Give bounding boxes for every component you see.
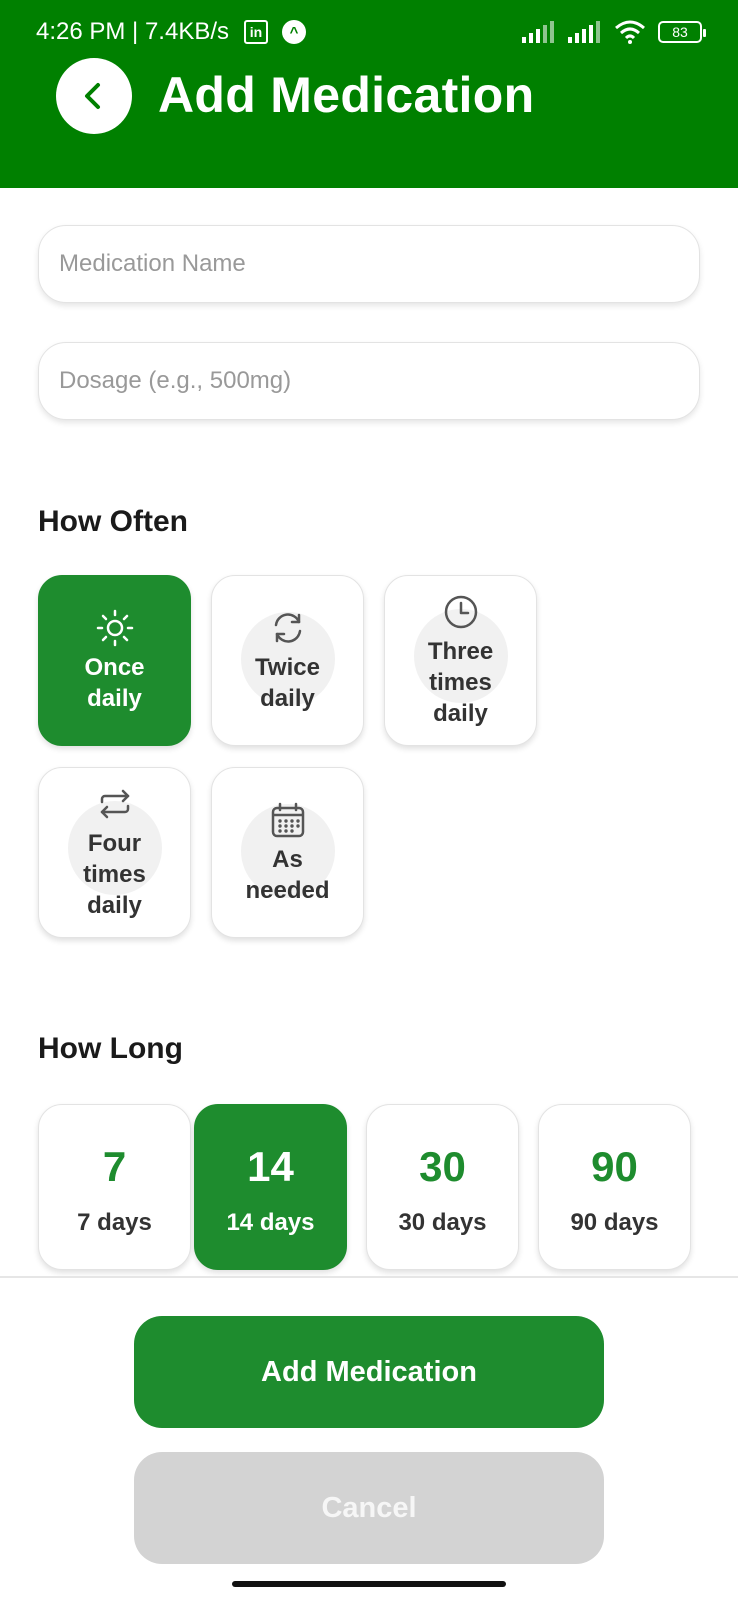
- duration-value: 30: [419, 1143, 466, 1190]
- signal-2-icon: [568, 21, 600, 43]
- frequency-option-three-times-daily[interactable]: Three times daily: [384, 575, 537, 746]
- repeat-icon: [95, 784, 135, 824]
- frequency-label: Four times daily: [83, 830, 146, 919]
- frequency-option-twice-daily[interactable]: Twice daily: [211, 575, 364, 746]
- how-long-title: How Long: [38, 1032, 183, 1065]
- duration-label: 30 days: [398, 1209, 487, 1236]
- duration-label: 90 days: [570, 1209, 659, 1236]
- frequency-option-once-daily[interactable]: Once daily: [38, 575, 191, 746]
- frequency-label: Three times daily: [427, 638, 494, 727]
- frequency-label: Once daily: [84, 653, 145, 712]
- add-medication-button[interactable]: Add Medication: [134, 1316, 604, 1428]
- status-bar: 4:26 PM | 7.4KB/s in ^ 83: [0, 0, 738, 64]
- dosage-input[interactable]: [38, 342, 700, 420]
- app-notification-icon: ^: [282, 20, 306, 44]
- duration-option-7-days[interactable]: 7 7 days: [38, 1104, 191, 1270]
- how-often-title: How Often: [38, 505, 188, 538]
- medication-name-input[interactable]: [38, 225, 700, 303]
- frequency-label: Twice daily: [255, 653, 320, 712]
- home-indicator[interactable]: [232, 1581, 506, 1587]
- duration-value: 90: [591, 1143, 638, 1190]
- signal-icon: [522, 21, 554, 43]
- footer-divider: [0, 1276, 738, 1278]
- frequency-label: As needed: [245, 845, 330, 904]
- cancel-button[interactable]: Cancel: [134, 1452, 604, 1564]
- back-button[interactable]: [56, 58, 132, 134]
- frequency-option-as-needed[interactable]: As needed: [211, 767, 364, 938]
- linkedin-icon: in: [244, 20, 268, 44]
- duration-option-90-days[interactable]: 90 90 days: [538, 1104, 691, 1270]
- chevron-left-icon: [85, 83, 100, 109]
- app-header: 4:26 PM | 7.4KB/s in ^ 83 Add Medication: [0, 0, 738, 188]
- duration-value: 7: [102, 1143, 127, 1190]
- battery-level: 83: [672, 24, 688, 40]
- status-time: 4:26 PM | 7.4KB/s: [36, 18, 229, 45]
- wifi-icon: [615, 20, 645, 44]
- duration-option-14-days[interactable]: 14 14 days: [194, 1104, 347, 1270]
- battery-icon: 83: [658, 21, 706, 43]
- page-title: Add Medication: [158, 67, 535, 123]
- duration-option-30-days[interactable]: 30 30 days: [366, 1104, 519, 1270]
- frequency-option-four-times-daily[interactable]: Four times daily: [38, 767, 191, 938]
- calendar-icon: [268, 800, 308, 840]
- sun-icon: [95, 608, 135, 648]
- clock-icon: [441, 592, 481, 632]
- duration-value: 14: [247, 1143, 294, 1190]
- duration-label: 7 days: [77, 1209, 152, 1236]
- refresh-icon: [268, 608, 308, 648]
- duration-label: 14 days: [226, 1209, 315, 1236]
